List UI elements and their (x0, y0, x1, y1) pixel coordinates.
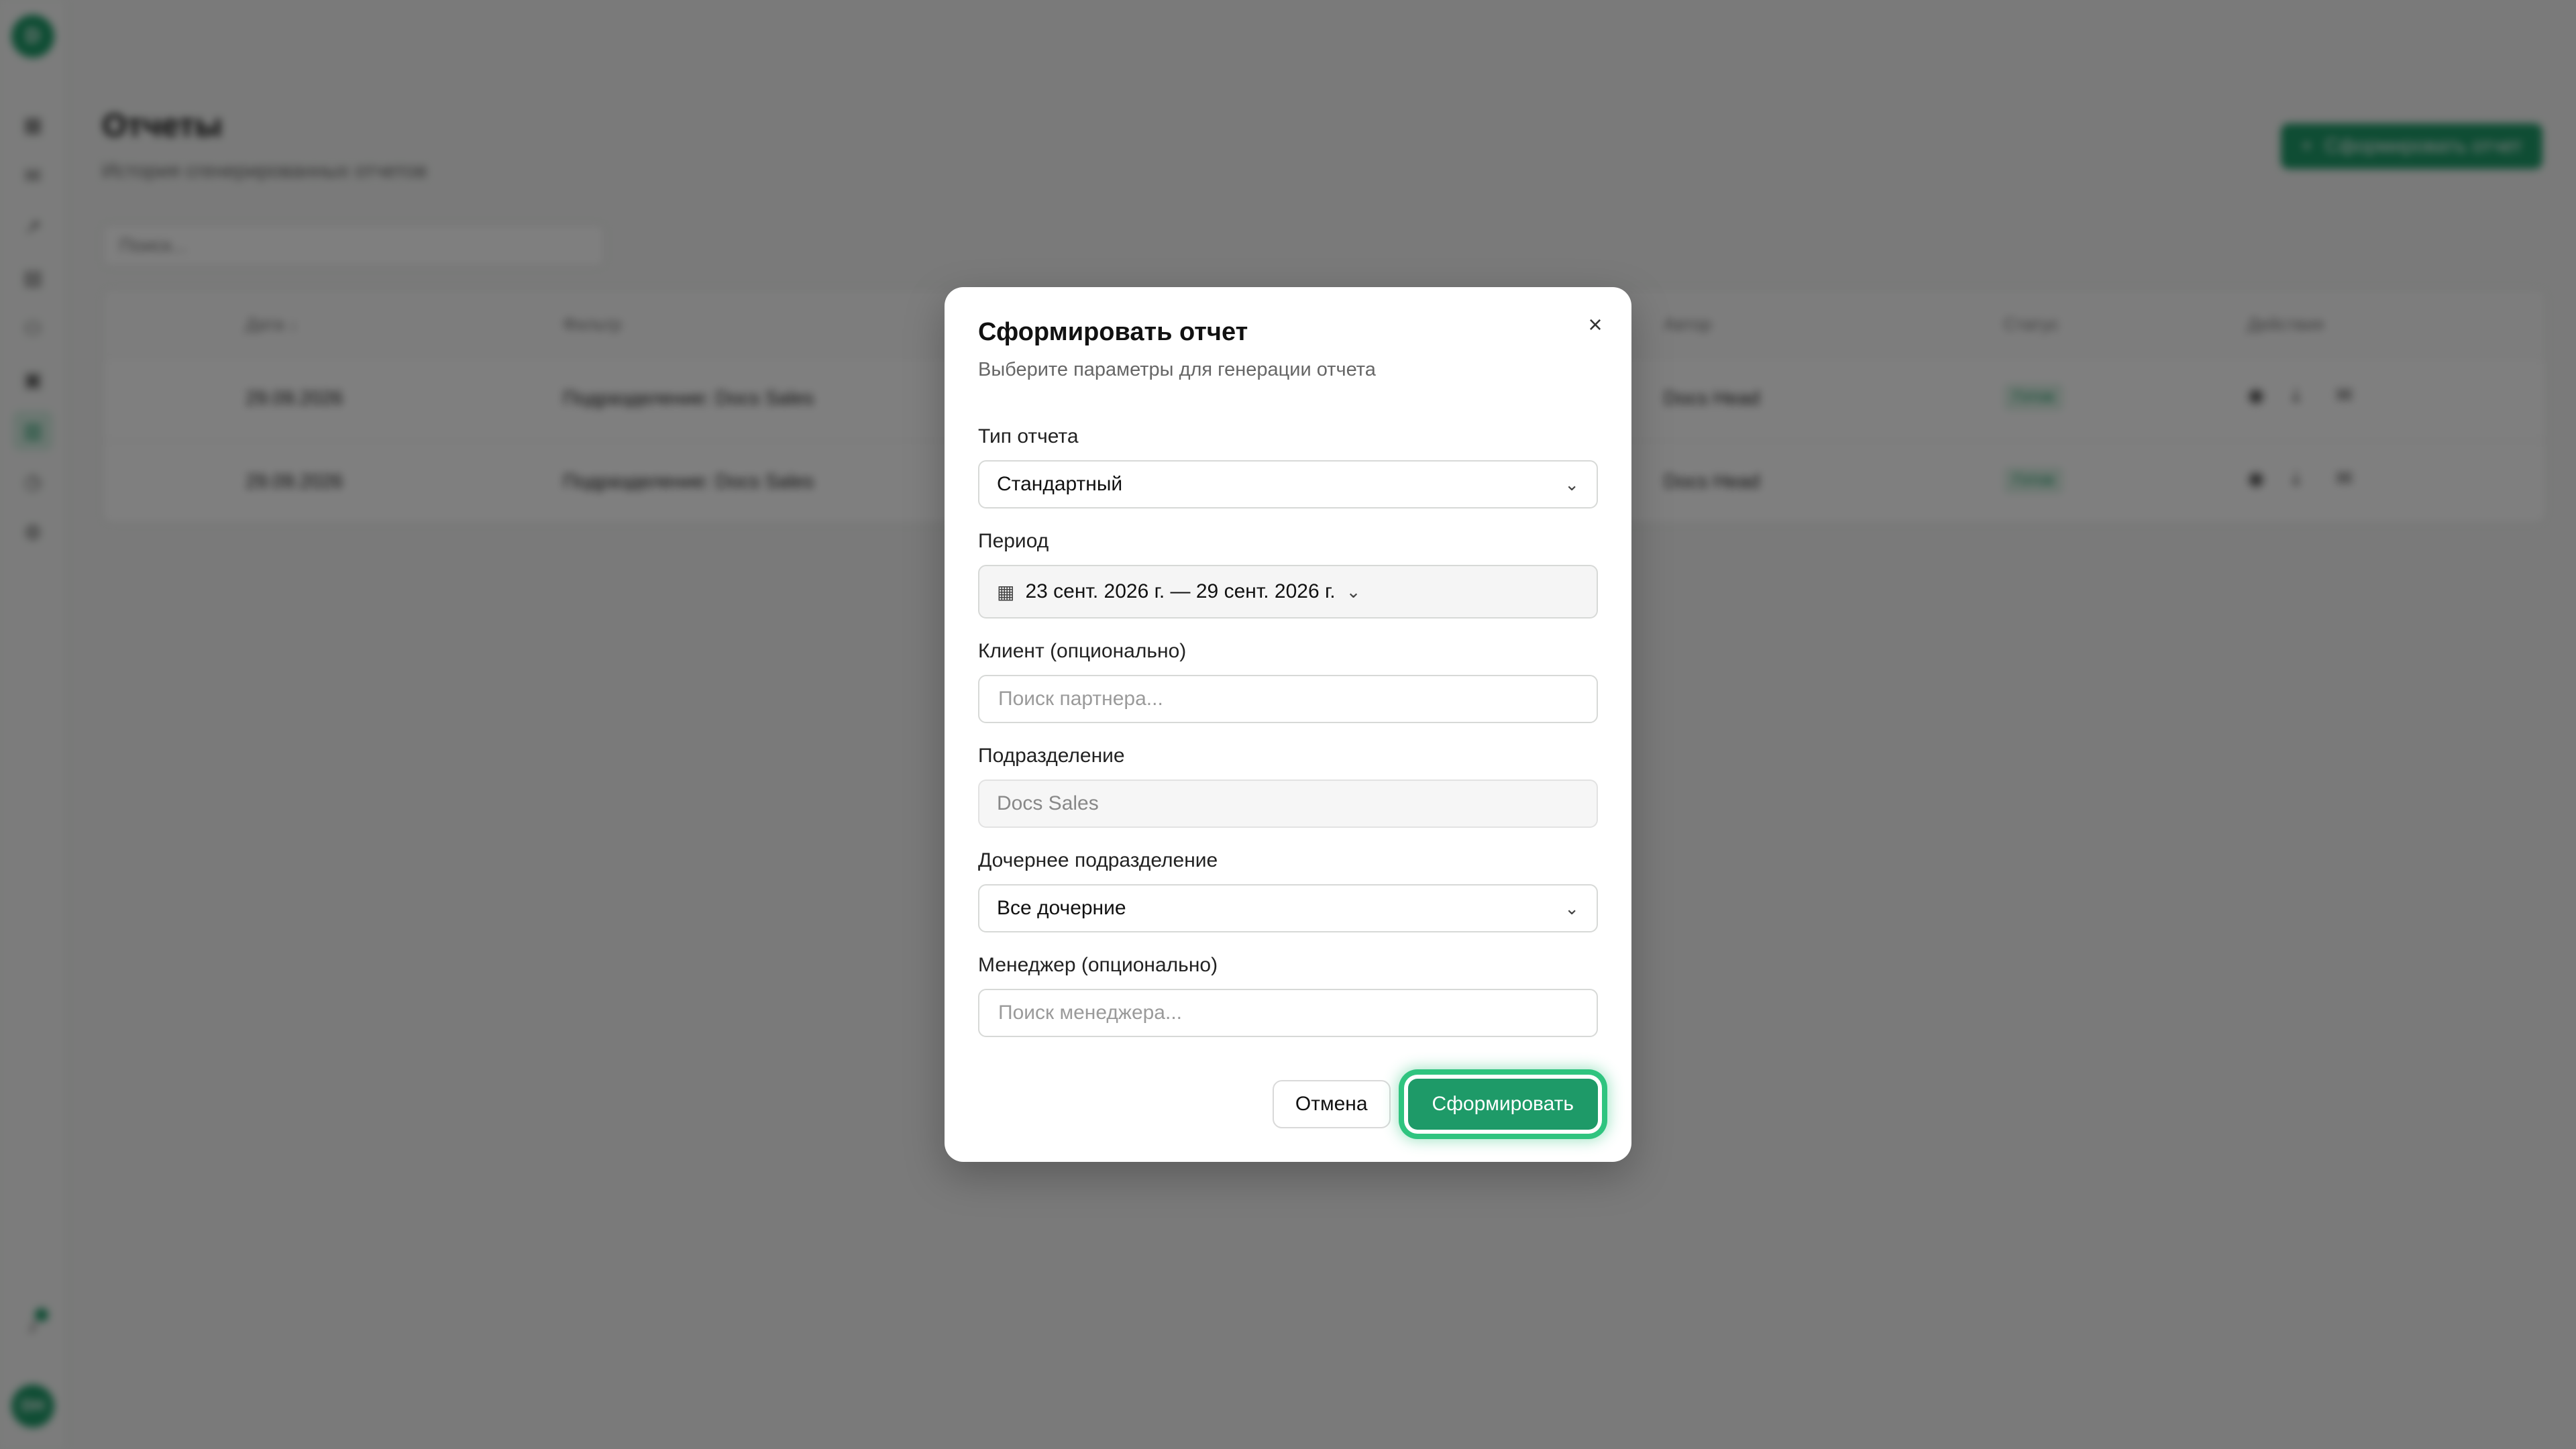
period-field: Период ▦ 23 сент. 2026 г. — 29 сент. 202… (978, 530, 1598, 619)
chevron-down-icon: ⌄ (1564, 898, 1579, 918)
division-label: Подразделение (978, 745, 1125, 767)
calendar-icon: ▦ (997, 581, 1015, 602)
dialog-title: Сформировать отчет (978, 318, 1248, 346)
division-field: Подразделение Docs Sales (978, 745, 1598, 828)
cancel-button[interactable]: Отмена (1272, 1080, 1391, 1128)
submit-button[interactable]: Сформировать (1407, 1079, 1598, 1130)
client-label: Клиент (опционально) (978, 640, 1187, 662)
client-search-input[interactable] (997, 687, 1579, 711)
subdivision-select[interactable]: Все дочерние ⌄ (978, 884, 1598, 932)
division-value: Docs Sales (997, 792, 1099, 814)
report-type-field: Тип отчета Стандартный ⌄ (978, 425, 1598, 508)
dialog-subtitle: Выберите параметры для генерации отчета (978, 359, 1376, 380)
subdivision-field: Дочернее подразделение Все дочерние ⌄ (978, 849, 1598, 932)
chevron-down-icon: ⌄ (1564, 474, 1579, 494)
report-type-label: Тип отчета (978, 425, 1079, 447)
report-type-value: Стандартный (997, 473, 1123, 495)
close-icon[interactable]: × (1579, 309, 1611, 341)
subdivision-label: Дочернее подразделение (978, 849, 1218, 871)
subdivision-value: Все дочерние (997, 897, 1126, 919)
period-value: 23 сент. 2026 г. — 29 сент. 2026 г. (1025, 580, 1336, 602)
dialog-actions: Отмена Сформировать (1272, 1079, 1598, 1130)
manager-search-input[interactable] (997, 1001, 1579, 1025)
period-picker[interactable]: ▦ 23 сент. 2026 г. — 29 сент. 2026 г. ⌄ (978, 565, 1598, 619)
manager-input-wrapper (978, 989, 1598, 1037)
client-field: Клиент (опционально) (978, 640, 1598, 723)
create-report-dialog: Сформировать отчет Выберите параметры дл… (945, 287, 1631, 1162)
period-label: Период (978, 530, 1049, 552)
manager-label: Менеджер (опционально) (978, 954, 1218, 976)
division-input: Docs Sales (978, 780, 1598, 828)
client-input-wrapper (978, 675, 1598, 723)
chevron-down-icon: ⌄ (1346, 581, 1361, 602)
report-type-select[interactable]: Стандартный ⌄ (978, 460, 1598, 508)
manager-field: Менеджер (опционально) (978, 954, 1598, 1037)
